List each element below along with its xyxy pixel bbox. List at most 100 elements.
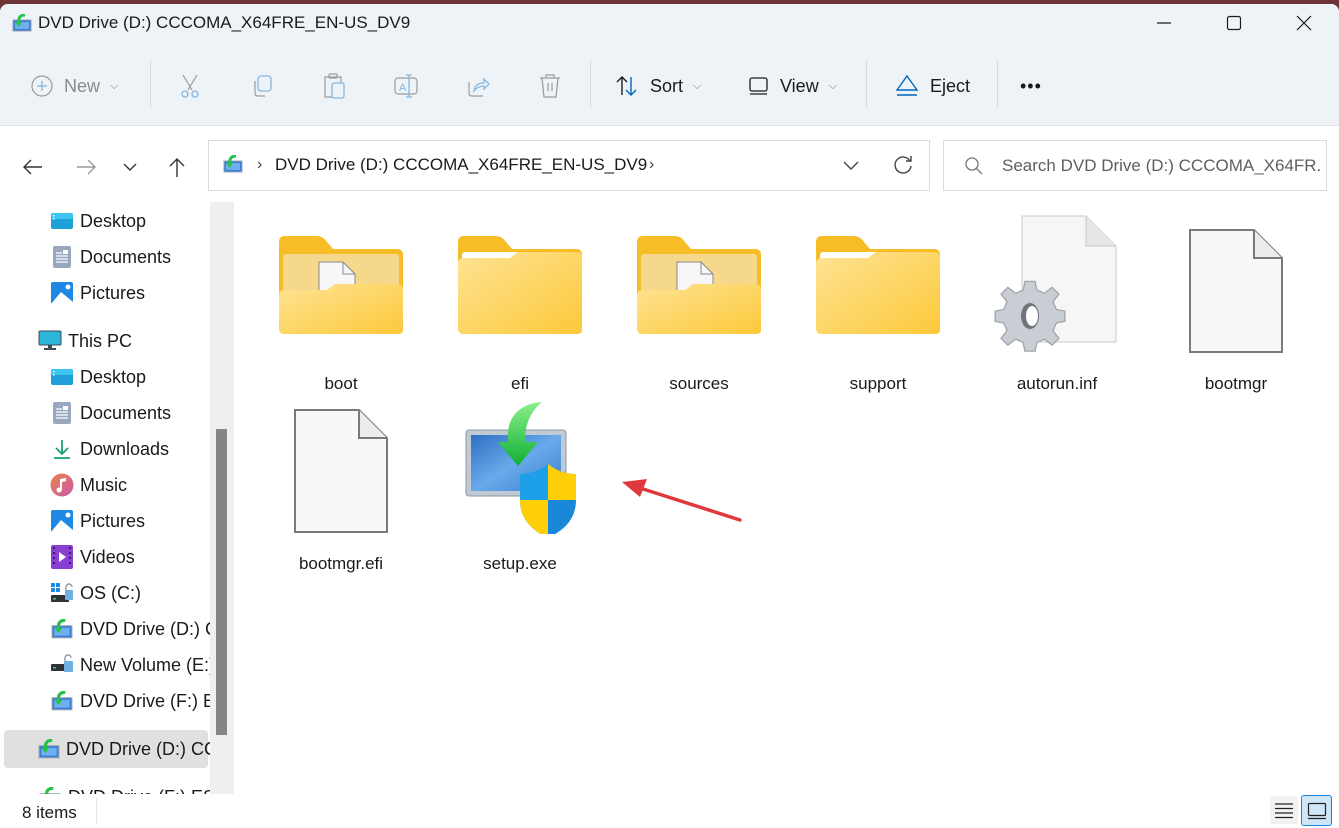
paste-button[interactable] bbox=[321, 66, 347, 106]
sidebar-item[interactable]: Downloads bbox=[50, 432, 169, 466]
sidebar-item[interactable]: OS (C:) bbox=[50, 576, 141, 610]
address-bar[interactable]: › DVD Drive (D:) CCCOMA_X64FRE_EN-US_DV9… bbox=[208, 140, 930, 191]
sidebar-item[interactable]: Videos bbox=[50, 540, 135, 574]
sidebar-item-label: DVD Drive (D:) CCCOMA_X64FRE_EN-US_DV9 bbox=[66, 738, 212, 759]
sidebar-item-label: Pictures bbox=[80, 510, 146, 531]
sidebar-item[interactable]: DVD Drive (D:) CCCOMA_X64FRE_EN-US_DV9 bbox=[4, 730, 212, 768]
sort-label: Sort bbox=[650, 75, 684, 96]
sidebar-item[interactable]: Desktop bbox=[50, 204, 146, 238]
status-bar: 8 items bbox=[0, 794, 1339, 828]
plus-circle-icon bbox=[31, 75, 53, 97]
file-item[interactable]: boot bbox=[261, 214, 421, 393]
chevron-down-icon: ⌵ bbox=[828, 79, 838, 92]
sidebar-item-label: New Volume (E:) bbox=[80, 654, 212, 675]
file-item[interactable]: support bbox=[798, 214, 958, 393]
window-title: DVD Drive (D:) CCCOMA_X64FRE_EN-US_DV9 bbox=[38, 13, 411, 32]
sidebar-item[interactable]: DVD Drive (D:) CCCOMA_X64FRE_EN-US_DV9 bbox=[50, 612, 212, 646]
volume-drive-icon bbox=[50, 653, 74, 677]
trash-icon bbox=[540, 74, 560, 98]
scissors-icon bbox=[181, 74, 199, 98]
view-label: View bbox=[780, 75, 819, 96]
cut-button[interactable] bbox=[177, 66, 203, 106]
sidebar-item-label: Desktop bbox=[80, 366, 147, 387]
breadcrumb-current[interactable]: DVD Drive (D:) CCCOMA_X64FRE_EN-US_DV9 bbox=[275, 155, 647, 175]
sidebar-item[interactable]: Pictures bbox=[50, 276, 145, 310]
dvd-drive-icon bbox=[38, 737, 60, 761]
chevron-down-icon: ⌵ bbox=[693, 79, 702, 92]
sidebar-item[interactable]: This PC bbox=[38, 324, 132, 358]
sidebar-item-label: Downloads bbox=[80, 438, 170, 459]
file-name: efi bbox=[511, 374, 529, 393]
sidebar-item-label: Pictures bbox=[80, 282, 146, 303]
sidebar-item[interactable]: New Volume (E:) bbox=[50, 648, 212, 682]
file-item[interactable]: sources bbox=[619, 214, 779, 393]
details-view-button[interactable] bbox=[1270, 796, 1298, 824]
up-button[interactable] bbox=[162, 149, 192, 185]
address-history-button[interactable] bbox=[841, 153, 861, 182]
file-name: support bbox=[849, 374, 907, 393]
sort-icon bbox=[616, 76, 637, 96]
breadcrumb-chevron-icon[interactable]: › bbox=[649, 156, 654, 174]
close-icon bbox=[1296, 15, 1312, 31]
copy-button[interactable] bbox=[249, 66, 275, 106]
arrow-right-icon bbox=[77, 159, 96, 175]
blank-file-icon bbox=[1156, 214, 1316, 354]
dvd-drive-icon bbox=[50, 689, 74, 713]
delete-button[interactable] bbox=[537, 66, 563, 106]
navigation-pane: Desktop Documents Pictures This PC Desktop Do… bbox=[0, 200, 212, 796]
view-icon bbox=[749, 77, 768, 95]
pictures-icon bbox=[50, 509, 74, 533]
file-item[interactable]: setup.exe bbox=[440, 394, 600, 573]
sidebar-item-label: Documents bbox=[80, 246, 172, 267]
refresh-button[interactable] bbox=[891, 153, 915, 182]
file-name: sources bbox=[669, 374, 729, 393]
svg-text:A: A bbox=[399, 82, 407, 94]
folder-icon bbox=[261, 214, 421, 336]
sidebar-item[interactable]: Documents bbox=[50, 240, 171, 274]
search-icon bbox=[964, 156, 984, 181]
sidebar-scrollbar-thumb[interactable] bbox=[216, 429, 227, 735]
maximize-button[interactable] bbox=[1199, 4, 1269, 42]
sidebar-item[interactable]: Music bbox=[50, 468, 127, 502]
close-button[interactable] bbox=[1269, 4, 1339, 42]
back-button[interactable] bbox=[18, 149, 48, 185]
file-explorer-window: DVD Drive (D:) CCCOMA_X64FRE_EN-US_DV9 N… bbox=[0, 4, 1339, 828]
dvd-drive-icon bbox=[12, 13, 32, 37]
music-icon bbox=[50, 473, 74, 497]
search-box[interactable] bbox=[943, 140, 1327, 191]
file-item[interactable]: efi bbox=[440, 214, 600, 393]
file-item[interactable]: bootmgr.efi bbox=[261, 394, 421, 573]
setup-installer-icon bbox=[440, 394, 600, 534]
downloads-icon bbox=[50, 437, 74, 461]
arrow-up-icon bbox=[169, 158, 185, 177]
breadcrumb-chevron-icon[interactable]: › bbox=[257, 156, 262, 174]
eject-button[interactable]: Eject bbox=[894, 66, 970, 106]
sidebar-item[interactable]: DVD Drive (F:) ESD-ISO bbox=[50, 684, 212, 718]
sidebar-item-label: OS (C:) bbox=[80, 582, 141, 603]
pictures-icon bbox=[50, 281, 74, 305]
folder-icon bbox=[619, 214, 779, 336]
large-icons-view-button[interactable] bbox=[1301, 795, 1332, 826]
toolbar-divider bbox=[150, 60, 151, 108]
folder-icon bbox=[798, 214, 958, 336]
recent-locations-button[interactable] bbox=[115, 149, 145, 185]
minimize-icon bbox=[1157, 22, 1171, 24]
desktop-icon bbox=[50, 209, 74, 233]
sort-button[interactable]: Sort ⌵ bbox=[614, 66, 701, 106]
sidebar-item-label: DVD Drive (D:) CCCOMA_X64FRE_EN-US_DV9 bbox=[80, 618, 212, 639]
share-button[interactable] bbox=[465, 66, 491, 106]
folder-icon bbox=[440, 214, 600, 336]
search-input[interactable] bbox=[1002, 153, 1322, 179]
sidebar-item[interactable]: Documents bbox=[50, 396, 171, 430]
rename-button[interactable]: A bbox=[393, 66, 419, 106]
view-button[interactable]: View ⌵ bbox=[748, 66, 837, 106]
minimize-button[interactable] bbox=[1129, 4, 1199, 42]
share-icon bbox=[468, 77, 490, 97]
forward-button[interactable] bbox=[71, 149, 101, 185]
sidebar-item[interactable]: Desktop bbox=[50, 360, 146, 394]
new-button[interactable]: New ⌵ bbox=[30, 66, 118, 106]
file-item[interactable]: autorun.inf bbox=[977, 214, 1137, 393]
file-item[interactable]: bootmgr bbox=[1156, 214, 1316, 393]
more-options-button[interactable]: ••• bbox=[1020, 66, 1042, 106]
sidebar-item[interactable]: Pictures bbox=[50, 504, 145, 538]
